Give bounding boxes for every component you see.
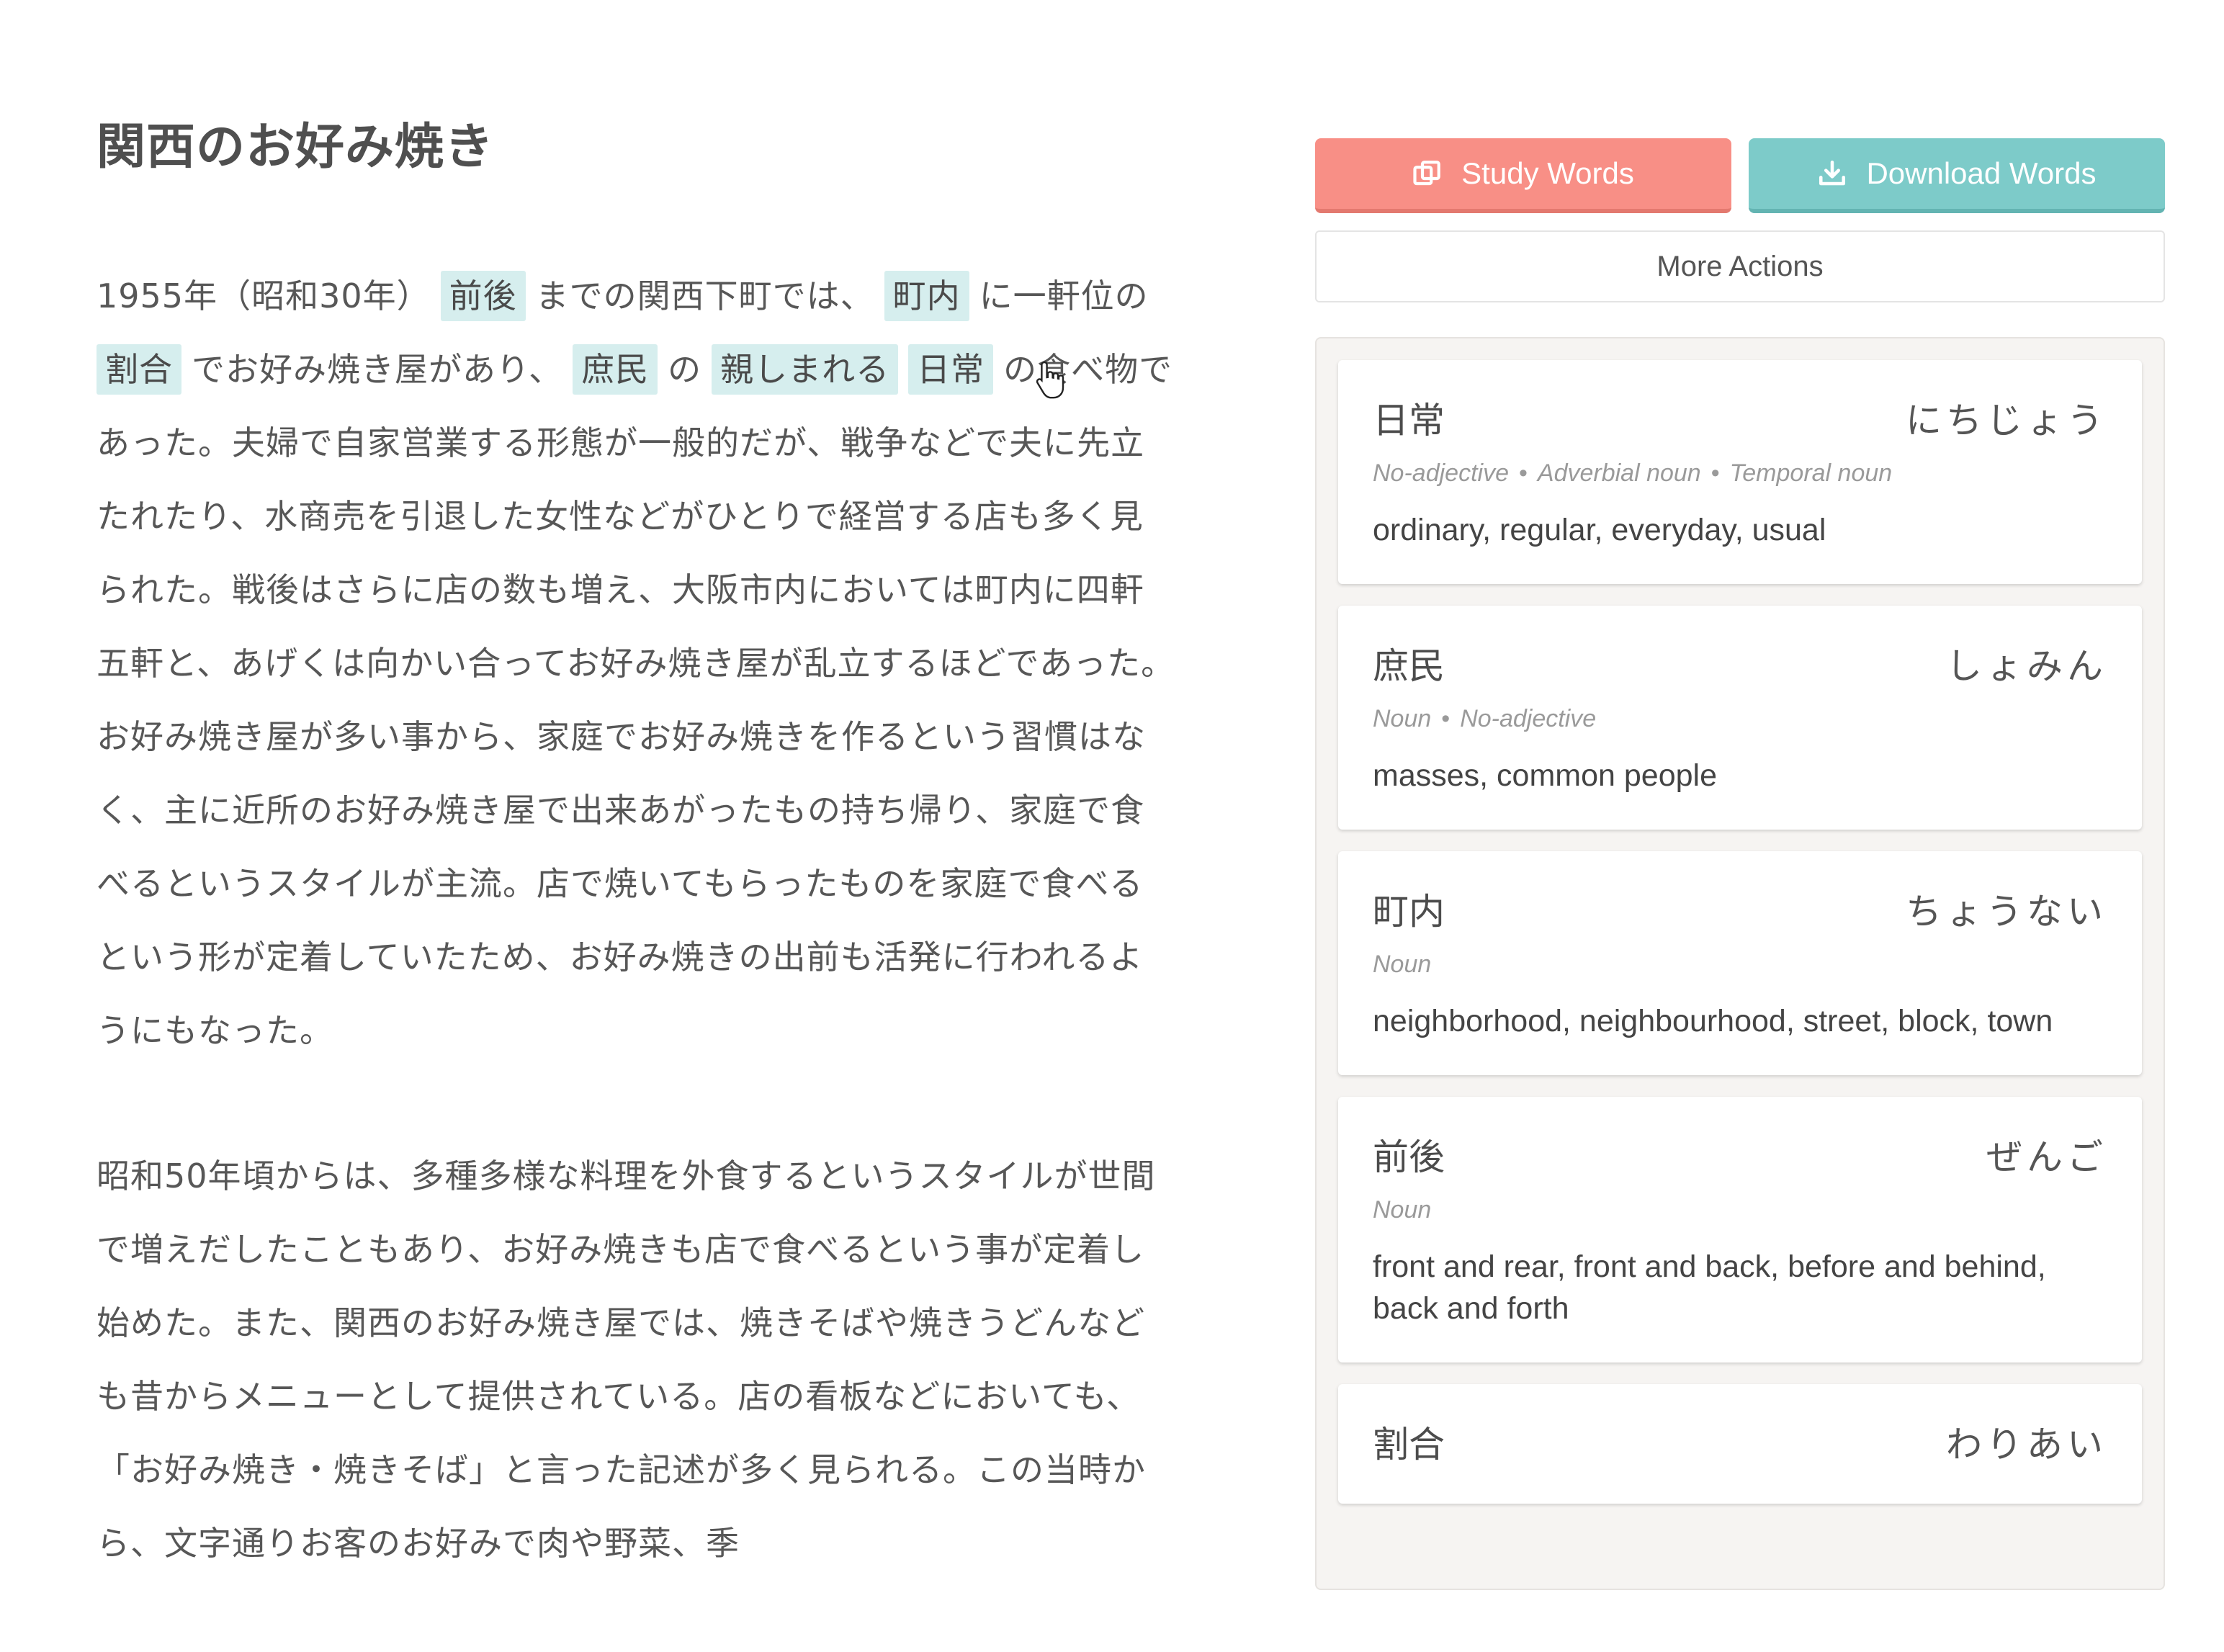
- word-reading: わりあい: [1946, 1424, 2107, 1465]
- word-definition: masses, common people: [1373, 758, 1717, 793]
- article-title: 関西のお好み焼き: [97, 119, 495, 176]
- word-text: 日常: [1373, 400, 1445, 441]
- highlighted-word-chounai[interactable]: 町内: [884, 271, 969, 321]
- word-text: 町内: [1373, 891, 1445, 933]
- word-card[interactable]: 庶民 しょみん Noun • No-adjective masses, common…: [1338, 606, 2142, 830]
- word-card[interactable]: 前後 ぜんご Noun front and rear, front and ba…: [1338, 1097, 2142, 1363]
- download-icon: [1819, 160, 1846, 186]
- study-words-label: Study Words: [1461, 156, 1634, 190]
- highlighted-word-wariai[interactable]: 割合: [97, 344, 181, 395]
- highlighted-word-zengo[interactable]: 前後: [440, 271, 526, 321]
- download-words-button[interactable]: Download Words: [1749, 138, 2165, 213]
- paragraph-text: までの関西下町では、: [535, 277, 874, 315]
- paragraph-text: に一軒位の: [979, 277, 1149, 315]
- part-of-speech: No-adjective • Adverbial noun • Temporal nou…: [1373, 459, 2107, 488]
- part-of-speech: Noun: [1373, 951, 2107, 979]
- article: 関西のお好み焼き 1955年（昭和30年） 前後 までの関西下町では、 町内 に一軒位の…: [97, 108, 1177, 1652]
- copy-cards-icon: [1413, 161, 1441, 186]
- study-words-button[interactable]: Study Words: [1315, 138, 1731, 213]
- highlighted-word-nichijou[interactable]: 日常: [908, 344, 994, 395]
- pos-tag: Temporal noun: [1729, 459, 1893, 487]
- word-reading: ちょうない: [1906, 891, 2107, 933]
- pos-tag: Noun: [1373, 951, 1432, 978]
- pos-tag: Noun: [1373, 1196, 1432, 1224]
- pos-tag: No-adjective: [1460, 705, 1597, 732]
- paragraph-text: 1955年（昭和30年）: [97, 277, 431, 315]
- word-card[interactable]: 割合 わりあい: [1338, 1384, 2142, 1504]
- word-definition: front and rear, front and back, before a…: [1373, 1249, 2046, 1326]
- paragraph-text: の: [668, 350, 702, 389]
- paragraph-text: の食べ物であった。夫婦で自家営業する形態が一般的だが、戦争などで夫に先立たれたり…: [97, 350, 1175, 1050]
- word-card-header: 日常 にちじょう: [1373, 389, 2107, 446]
- pos-tag: No-adjective: [1373, 459, 1509, 487]
- word-card[interactable]: 日常 にちじょう No-adjective • Adverbial noun • Tem…: [1338, 360, 2142, 584]
- more-actions-button[interactable]: More Actions: [1315, 230, 2165, 302]
- more-actions-label: More Actions: [1656, 250, 1824, 282]
- word-list-panel[interactable]: 日常 にちじょう No-adjective • Adverbial noun • Tem…: [1315, 337, 2165, 1590]
- word-text: 庶民: [1373, 645, 1445, 687]
- part-of-speech: Noun: [1373, 1196, 2107, 1224]
- word-card-header: 前後 ぜんご: [1373, 1126, 2107, 1183]
- word-card-header: 町内 ちょうない: [1373, 880, 2107, 938]
- highlighted-word-shitashimareru[interactable]: 親しまれる: [712, 344, 899, 395]
- separator-dot: •: [1710, 459, 1720, 487]
- pos-tag: Noun: [1373, 705, 1432, 732]
- word-reading: にちじょう: [1906, 400, 2107, 441]
- word-reading: ぜんご: [1986, 1136, 2107, 1178]
- download-words-label: Download Words: [1866, 156, 2097, 190]
- word-definition: ordinary, regular, everyday, usual: [1373, 513, 1826, 547]
- word-reading: しょみん: [1946, 645, 2107, 687]
- separator-dot: •: [1518, 459, 1528, 487]
- word-text: 前後: [1373, 1136, 1445, 1178]
- article-paragraph-1: 1955年（昭和30年） 前後 までの関西下町では、 町内 に一軒位の割合 でお好み焼き屋…: [97, 259, 1177, 1067]
- part-of-speech: Noun • No-adjective: [1373, 705, 2107, 733]
- action-buttons: Study Words Download Words: [1315, 138, 2165, 213]
- vocabulary-sidebar: Study Words Download Words More Actions …: [1315, 138, 2165, 1590]
- pos-tag: Adverbial noun: [1537, 459, 1701, 487]
- article-paragraph-2: 昭和50年頃からは、多種多様な料理を外食するというスタイルが世間で増えだしたこと…: [97, 1157, 1156, 1563]
- hand-pointer-icon: [1036, 361, 1064, 399]
- word-card-header: 庶民 しょみん: [1373, 634, 2107, 692]
- word-definition: neighborhood, neighbourhood, street, blo…: [1373, 1004, 2053, 1038]
- paragraph-text: でお好み焼き屋があり、: [192, 350, 563, 389]
- word-card[interactable]: 町内 ちょうない Noun neighborhood, neighbourhoo…: [1338, 851, 2142, 1075]
- word-card-header: 割合 わりあい: [1373, 1413, 2107, 1471]
- separator-dot: •: [1441, 705, 1450, 732]
- word-text: 割合: [1373, 1424, 1445, 1465]
- highlighted-word-shomin[interactable]: 庶民: [573, 344, 658, 395]
